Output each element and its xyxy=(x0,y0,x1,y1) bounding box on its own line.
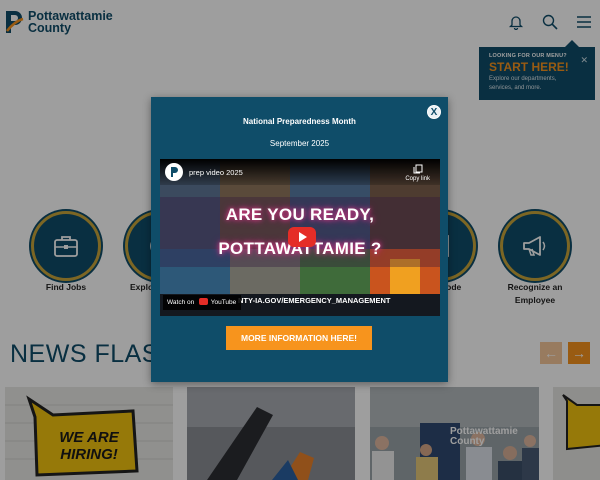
modal-subtitle: September 2025 xyxy=(269,139,330,148)
copy-icon xyxy=(413,164,423,174)
modal-title: National Preparedness Month xyxy=(243,117,356,126)
video-headline-line1: ARE YOU READY, xyxy=(225,205,375,224)
video-url-text: NTY-IA.GOV/EMERGENCY_MANAGEMENT xyxy=(238,296,391,305)
county-logo-icon xyxy=(171,167,178,177)
play-button[interactable] xyxy=(288,227,316,247)
more-information-button[interactable]: MORE INFORMATION HERE! xyxy=(226,326,372,350)
watch-on-label: Watch on xyxy=(167,299,195,306)
youtube-logo-icon xyxy=(199,298,209,305)
preparedness-modal: X National Preparedness Month September … xyxy=(151,97,448,382)
copy-link-button[interactable]: Copy link xyxy=(405,164,430,182)
video-title[interactable]: prep video 2025 xyxy=(189,168,243,177)
watch-on-youtube-button[interactable]: Watch on YouTube xyxy=(163,295,241,310)
copy-link-label: Copy link xyxy=(405,176,430,182)
youtube-video-player[interactable]: prep video 2025 Copy link ARE YOU READY,… xyxy=(160,159,440,316)
channel-avatar[interactable] xyxy=(165,163,183,181)
youtube-label: YouTube xyxy=(210,299,237,306)
